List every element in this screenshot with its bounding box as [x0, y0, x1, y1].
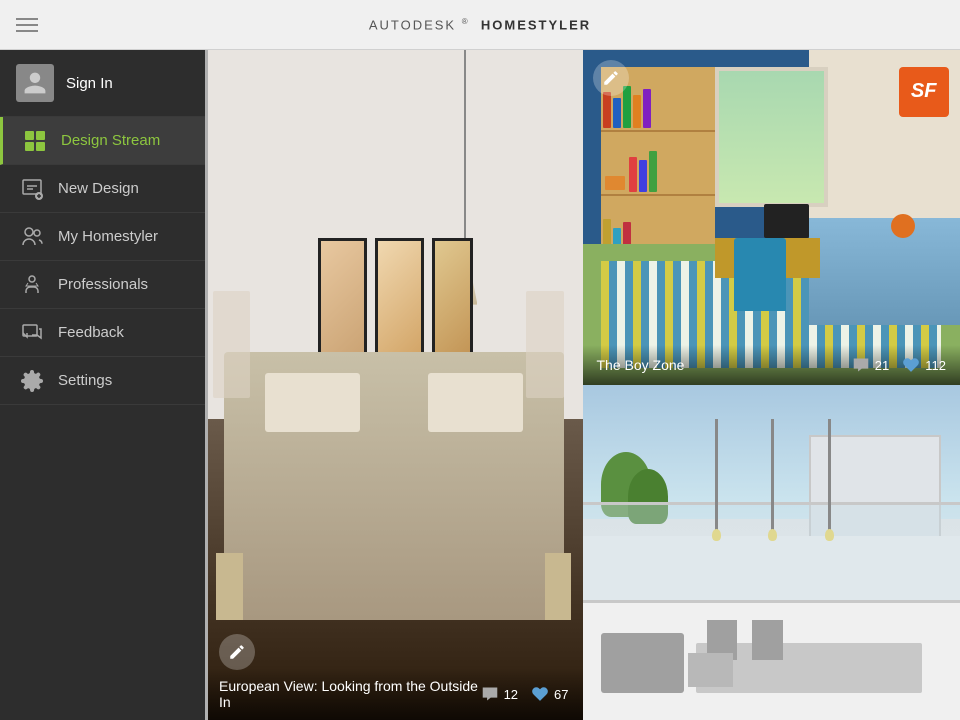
- design-stream-label: Design Stream: [61, 132, 160, 149]
- chat-icon: [481, 686, 499, 702]
- like-count-boyzone: 112: [925, 358, 946, 373]
- bedroom-overlay: European View: Looking from the Outside …: [205, 668, 583, 720]
- mod-chair-2: [752, 620, 782, 660]
- boyzone-comments: 21: [851, 355, 889, 375]
- bedroom-comments: 12: [480, 684, 518, 704]
- design-stream-icon: [19, 125, 51, 157]
- pillow-left: [265, 373, 360, 432]
- mod-pendant-1: [715, 419, 718, 536]
- app-title: AUTODESK ® HOMESTYLER: [369, 17, 591, 32]
- main-divider-horizontal: [205, 385, 960, 388]
- my-homestyler-icon: [16, 221, 48, 253]
- chair-right: [526, 291, 564, 398]
- bedroom-likes: 67: [530, 684, 568, 704]
- edit-icon-boyzone: [602, 69, 620, 87]
- bz-bookshelf: [601, 67, 714, 261]
- sidebar: Sign In Design Stream New Design: [0, 50, 205, 720]
- bz-monitor: [764, 204, 809, 238]
- design-tile-boyzone[interactable]: SF The Boy Zone 21: [583, 50, 960, 385]
- new-design-icon: [16, 173, 48, 205]
- sidebar-item-feedback[interactable]: Feedback: [0, 309, 205, 357]
- menu-button[interactable]: [16, 18, 38, 32]
- bedroom-stats: 12 67: [480, 684, 569, 704]
- modern-scene: [583, 385, 960, 720]
- edit-badge-bedroom[interactable]: [219, 634, 255, 670]
- bz-basketball: [891, 214, 915, 238]
- like-count-bedroom: 67: [554, 687, 568, 702]
- boyzone-scene: SF: [583, 50, 960, 385]
- side-table-right: [545, 553, 571, 620]
- chat-icon-bz: [852, 357, 870, 373]
- mod-pendant-3: [828, 419, 831, 536]
- sign-in-label: Sign In: [66, 75, 113, 92]
- new-design-label: New Design: [58, 180, 139, 197]
- professionals-label: Professionals: [58, 276, 148, 293]
- mod-coffee-table: [688, 653, 733, 687]
- comment-icon-bedroom: [480, 684, 500, 704]
- sidebar-item-professionals[interactable]: Professionals: [0, 261, 205, 309]
- heart-icon-bedroom: [530, 684, 550, 704]
- title-prefix: AUTODESK: [369, 17, 456, 32]
- sign-in-button[interactable]: Sign In: [0, 50, 205, 117]
- side-table-left: [216, 553, 242, 620]
- edit-badge-boyzone[interactable]: [593, 60, 629, 96]
- avatar: [16, 64, 54, 102]
- chair-left: [213, 291, 251, 398]
- my-homestyler-label: My Homestyler: [58, 228, 158, 245]
- bedroom-title: European View: Looking from the Outside …: [219, 678, 480, 710]
- sidebar-item-new-design[interactable]: New Design: [0, 165, 205, 213]
- bz-bed: [809, 218, 960, 325]
- trademark-symbol: ®: [462, 17, 470, 26]
- header: AUTODESK ® HOMESTYLER: [0, 0, 960, 50]
- settings-label: Settings: [58, 372, 112, 389]
- sidebar-item-design-stream[interactable]: Design Stream: [0, 117, 205, 165]
- sidebar-item-my-homestyler[interactable]: My Homestyler: [0, 213, 205, 261]
- boyzone-stats: 21 112: [851, 355, 946, 375]
- bed: [224, 352, 564, 620]
- boyzone-title: The Boy Zone: [597, 357, 685, 373]
- heart-icon: [531, 685, 549, 703]
- mod-sofa: [601, 633, 684, 693]
- comment-icon-boyzone: [851, 355, 871, 375]
- settings-icon: [16, 365, 48, 397]
- comment-count-boyzone: 21: [875, 358, 889, 373]
- bz-chair: [734, 238, 787, 312]
- boyzone-overlay: The Boy Zone 21 112: [583, 345, 960, 385]
- pillow-right: [428, 373, 523, 432]
- heart-icon-boyzone: [901, 355, 921, 375]
- design-tile-modern[interactable]: [583, 385, 960, 720]
- professionals-icon: [16, 269, 48, 301]
- sidebar-item-settings[interactable]: Settings: [0, 357, 205, 405]
- bz-window: [715, 67, 828, 208]
- boyzone-likes: 112: [901, 355, 946, 375]
- title-suffix: HOMESTYLER: [481, 17, 591, 32]
- heart-icon-bz: [902, 356, 920, 374]
- feedback-label: Feedback: [58, 324, 124, 341]
- edit-icon: [228, 643, 246, 661]
- user-icon: [22, 70, 48, 96]
- mod-pendant-2: [771, 419, 774, 536]
- comment-count-bedroom: 12: [504, 687, 518, 702]
- feedback-icon: [16, 317, 48, 349]
- sf-giants-badge: SF: [899, 67, 949, 117]
